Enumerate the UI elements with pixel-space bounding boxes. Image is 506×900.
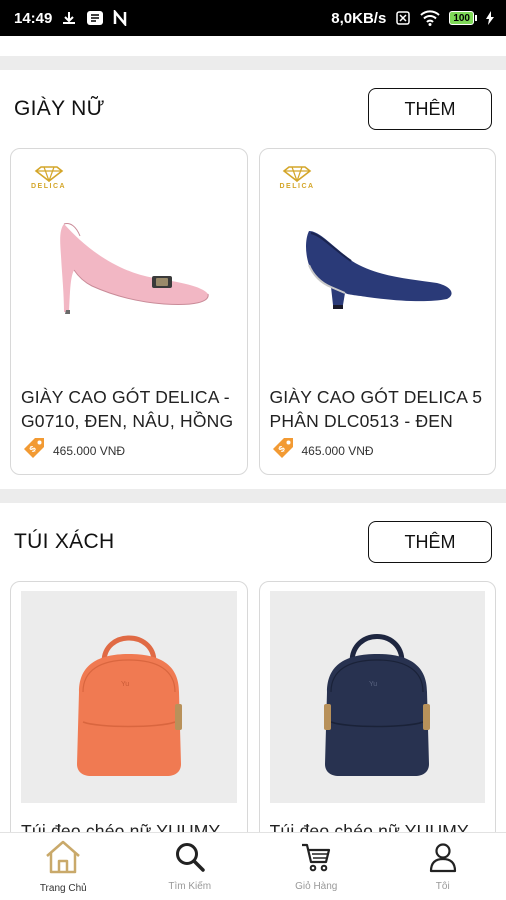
navy-pump-shoe bbox=[306, 230, 452, 309]
home-icon bbox=[43, 839, 83, 880]
product-grid: DELICA GIÀY CAO GÓT DELICA - G0710, ĐEN,… bbox=[10, 148, 496, 475]
search-icon bbox=[174, 841, 206, 878]
product-card[interactable]: DELICA GIÀY CAO GÓT DELICA - G0710, ĐEN,… bbox=[10, 148, 248, 475]
product-name: GIÀY CAO GÓT DELICA - G0710, ĐEN, NÂU, H… bbox=[21, 387, 234, 431]
user-icon bbox=[427, 841, 459, 878]
price-tag-icon: $ bbox=[270, 435, 296, 466]
svg-text:Yu: Yu bbox=[369, 681, 377, 688]
app-notification-icon bbox=[86, 10, 104, 26]
sim-off-icon bbox=[395, 10, 411, 26]
bottom-tab-bar: Trang Chủ Tìm Kiếm Giỏ Hàng Tôi bbox=[0, 832, 506, 900]
tab-cart[interactable]: Giỏ Hàng bbox=[253, 833, 380, 900]
product-card[interactable]: DELICA GIÀY CAO GÓT DELICA 5 PHÂN DLC051… bbox=[258, 148, 496, 475]
section-womens-shoes: GIÀY NỮ THÊM DELICA GIÀY CAO GÓT DELICA … bbox=[0, 70, 506, 489]
more-button[interactable]: THÊM bbox=[368, 521, 492, 563]
section-header: TÚI XÁCH THÊM bbox=[10, 503, 496, 581]
tab-label: Tìm Kiếm bbox=[168, 881, 212, 892]
brand-logo: DELICA bbox=[31, 166, 66, 190]
price-row: $ 465.000 VNĐ bbox=[270, 435, 486, 466]
product-price: 465.000 VNĐ bbox=[53, 443, 126, 458]
brand-logo: DELICA bbox=[280, 166, 315, 190]
more-button[interactable]: THÊM bbox=[368, 88, 492, 130]
pink-heel-shoe bbox=[59, 222, 209, 314]
product-image: Yu bbox=[269, 591, 485, 803]
status-bar: 14:49 8,0KB/s 100 bbox=[0, 0, 506, 36]
battery-icon: 100 bbox=[449, 11, 477, 25]
wifi-icon bbox=[420, 10, 441, 26]
section-title: TÚI XÁCH bbox=[14, 530, 115, 553]
product-image: Yu bbox=[21, 591, 237, 803]
product-card[interactable]: Yu Túi đeo chéo nữ YUUMY bbox=[10, 581, 248, 832]
orange-backpack: Yu bbox=[76, 635, 182, 776]
product-name: GIÀY CAO GÓT DELICA 5 PHÂN DLC0513 - ĐEN bbox=[269, 387, 483, 431]
price-row: $ 465.000 VNĐ bbox=[21, 435, 237, 466]
cart-icon bbox=[300, 841, 332, 878]
previous-section-edge bbox=[0, 36, 506, 56]
tab-profile[interactable]: Tôi bbox=[380, 833, 506, 900]
svg-text:Yu: Yu bbox=[121, 681, 129, 688]
product-name: Túi đeo chéo nữ YUUMY bbox=[269, 821, 469, 832]
product-image: DELICA bbox=[270, 158, 486, 373]
navy-backpack: Yu bbox=[324, 634, 431, 776]
tab-home[interactable]: Trang Chủ bbox=[0, 833, 127, 900]
n-app-icon bbox=[113, 10, 127, 26]
product-grid: Yu Túi đeo chéo nữ YUUMY Yu Túi đeo chéo… bbox=[10, 581, 496, 832]
product-price: 465.000 VNĐ bbox=[301, 443, 374, 458]
tab-label: Trang Chủ bbox=[39, 883, 87, 894]
status-time: 14:49 bbox=[14, 9, 53, 27]
home-feed[interactable]: GIÀY NỮ THÊM DELICA GIÀY CAO GÓT DELICA … bbox=[0, 36, 506, 832]
charging-icon bbox=[486, 11, 494, 25]
product-card[interactable]: Yu Túi đeo chéo nữ YUUMY bbox=[258, 581, 496, 832]
download-icon bbox=[61, 10, 77, 26]
network-speed: 8,0KB/s bbox=[331, 9, 387, 27]
product-image: DELICA bbox=[21, 158, 237, 373]
tab-label: Tôi bbox=[435, 881, 450, 892]
section-title: GIÀY NỮ bbox=[14, 97, 105, 120]
section-handbags: TÚI XÁCH THÊM Yu Túi đeo chéo nữ YUUMY Y… bbox=[0, 503, 506, 832]
tab-label: Giỏ Hàng bbox=[295, 881, 338, 892]
product-name: Túi đeo chéo nữ YUUMY bbox=[21, 821, 221, 832]
price-tag-icon: $ bbox=[21, 435, 47, 466]
tab-search[interactable]: Tìm Kiếm bbox=[127, 833, 254, 900]
section-header: GIÀY NỮ THÊM bbox=[10, 70, 496, 148]
